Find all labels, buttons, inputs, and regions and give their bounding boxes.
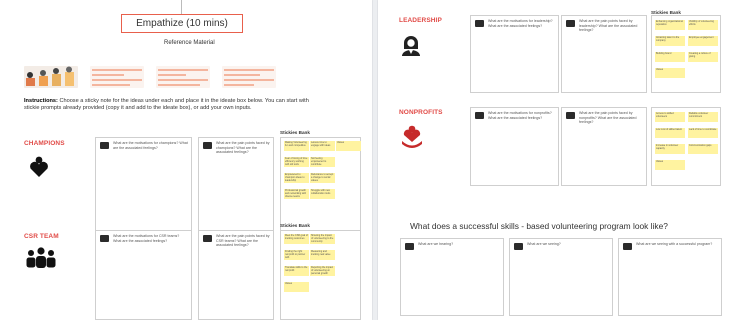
leadership-motivations-prompt: What are the motivations for leadership?… <box>488 19 553 28</box>
whiteboard-canvas[interactable]: Empathize (10 mins) Reference Material I… <box>0 0 744 320</box>
hearing-prompt: What are we hearing? <box>418 242 454 246</box>
sticky-tag-icon <box>100 235 109 242</box>
sticky-note[interactable]: Meet the CSR goal of tracking outcomes <box>284 234 309 244</box>
seeing-box[interactable]: What are we seeing? <box>509 238 613 316</box>
success-question: What does a successful skills - based vo… <box>410 221 668 231</box>
sticky-note[interactable]: Fear of losing of time efficiency workin… <box>284 157 309 167</box>
sticky-tag-icon <box>566 112 575 119</box>
champions-title: CHAMPIONS <box>24 140 65 147</box>
nonprofits-motivations-prompt: What are the motivations for nonprofits?… <box>488 111 552 120</box>
nonprofits-painpoints-box[interactable]: What are the pain points faced by nonpro… <box>561 107 647 186</box>
sticky-note[interactable]: Professional growth and networking with … <box>284 189 309 199</box>
empathize-board[interactable]: Empathize (10 mins) Reference Material I… <box>0 0 372 320</box>
nonprofits-title: NONPROFITS <box>399 109 443 116</box>
csr-stickies-bank[interactable]: Meet the CSR goal of tracking outcomes S… <box>280 230 361 320</box>
reference-thumbnail-4[interactable] <box>222 66 276 88</box>
sticky-note[interactable]: Attracting talent to the company <box>655 36 685 46</box>
sticky-note[interactable]: Showing the impact of volunteering to th… <box>310 234 335 244</box>
sticky-note[interactable]: Values <box>655 68 685 78</box>
hearing-box[interactable]: What are we hearing? <box>400 238 504 316</box>
sticky-note[interactable]: Creating a culture of giving <box>688 52 718 62</box>
champions-stickies-bank[interactable]: Making Volunteering fun and competitive … <box>280 137 361 231</box>
successful-program-box[interactable]: What are we seeing with a successful pro… <box>618 238 722 316</box>
reference-material-label: Reference Material <box>164 40 215 46</box>
seeing-prompt: What are we seeing? <box>527 242 561 246</box>
champions-motivations-box[interactable]: What are the motivations for champions? … <box>95 137 192 231</box>
reference-thumbnail-3[interactable] <box>156 66 210 88</box>
sticky-note[interactable]: Finding the right nonprofit to partner w… <box>284 250 309 260</box>
leadership-painpoints-box[interactable]: What are the pain points faced by leader… <box>561 15 647 93</box>
group-icon <box>24 247 58 274</box>
nonprofits-stickies-bank[interactable]: Access to skilled volunteers Reliable vo… <box>651 107 721 186</box>
csr-bank-title: Stickies Bank <box>280 223 310 228</box>
board-title[interactable]: Empathize (10 mins) <box>121 14 243 33</box>
nonprofits-painpoints-prompt: What are the pain points faced by nonpro… <box>579 111 637 124</box>
instructions-text: Instructions: Choose a sticky note for t… <box>24 98 324 112</box>
csr-motivations-prompt: What are the motivations for CSR teams? … <box>113 234 180 243</box>
leadership-title: LEADERSHIP <box>399 17 442 24</box>
sticky-tag-icon <box>203 235 212 242</box>
instructions-body: Choose a sticky note for the ideas under… <box>24 98 309 111</box>
champions-bank-title: Stickies Bank <box>280 130 310 135</box>
nonprofits-motivations-box[interactable]: What are the motivations for nonprofits?… <box>470 107 559 186</box>
csr-painpoints-box[interactable]: What are the pain points faced by CSR te… <box>198 230 274 320</box>
sticky-note[interactable]: Translate skills to the nonprofit <box>284 266 309 276</box>
sticky-note[interactable]: Making Volunteering fun and competitive <box>284 141 309 151</box>
champions-painpoints-box[interactable]: What are the pain points faced by champi… <box>198 137 274 231</box>
sticky-note[interactable]: Leisure time to engage with ideas <box>310 141 335 151</box>
sticky-note[interactable]: Values <box>655 160 685 170</box>
heart-person-icon <box>28 156 50 183</box>
champions-motivations-prompt: What are the motivations for champions? … <box>113 141 188 150</box>
sticky-note[interactable]: Visibility of volunteering efforts <box>688 20 718 30</box>
sticky-tag-icon <box>475 20 484 27</box>
sticky-note[interactable]: Not feeling empowered to contribute <box>310 157 335 167</box>
successful-program-prompt: What are we seeing with a successful pro… <box>636 242 713 246</box>
sticky-note[interactable]: Low cost of skilled talent <box>655 128 685 138</box>
sticky-tag-icon <box>623 243 632 250</box>
sticky-note[interactable]: Lack of time to coordinate <box>688 128 718 138</box>
instructions-label: Instructions: <box>24 98 58 104</box>
leadership-painpoints-prompt: What are the pain points faced by leader… <box>579 19 638 32</box>
reference-thumbnail-2[interactable] <box>90 66 144 88</box>
sticky-note[interactable]: Reporting the impact of volunteering on … <box>310 266 335 276</box>
connector-line <box>181 0 182 14</box>
heart-hands-icon <box>401 125 423 156</box>
sticky-note[interactable]: Building brand <box>655 52 685 62</box>
leader-icon <box>399 33 423 62</box>
sticky-note[interactable]: Increase in volunteer capacity <box>655 144 685 154</box>
sticky-note[interactable]: Reluctance to accept a change to social … <box>310 173 335 183</box>
champions-painpoints-prompt: What are the pain points faced by champi… <box>216 141 270 154</box>
csr-motivations-box[interactable]: What are the motivations for CSR teams? … <box>95 230 192 320</box>
leadership-motivations-box[interactable]: What are the motivations for leadership?… <box>470 15 559 93</box>
sticky-note[interactable]: Empowered to champion ideas to leadershi… <box>284 173 309 183</box>
sticky-note[interactable]: Struggle with new collaboration tools <box>310 189 335 199</box>
sticky-tag-icon <box>405 243 414 250</box>
sticky-note[interactable]: Values <box>336 141 361 151</box>
sticky-note[interactable]: Access to skilled volunteers <box>655 112 685 122</box>
reference-thumbnail-1[interactable] <box>24 66 78 88</box>
leadership-stickies-bank[interactable]: Enhancing organizational reputation Visi… <box>651 15 721 93</box>
sticky-tag-icon <box>514 243 523 250</box>
sticky-tag-icon <box>203 142 212 149</box>
csr-painpoints-prompt: What are the pain points faced by CSR te… <box>216 234 270 247</box>
csr-team-title: CSR TEAM <box>24 233 59 240</box>
sticky-tag-icon <box>566 20 575 27</box>
sticky-note[interactable]: Reliable volunteer commitment <box>688 112 718 122</box>
sticky-note[interactable]: Measuring and tracking real value <box>310 250 335 260</box>
sticky-note[interactable]: Enhancing organizational reputation <box>655 20 685 30</box>
sticky-note[interactable]: Communication gaps <box>688 144 718 154</box>
sticky-note[interactable]: Values <box>284 282 309 292</box>
sticky-tag-icon <box>475 112 484 119</box>
sticky-tag-icon <box>100 142 109 149</box>
sticky-note[interactable]: Employee engagement <box>688 36 718 46</box>
